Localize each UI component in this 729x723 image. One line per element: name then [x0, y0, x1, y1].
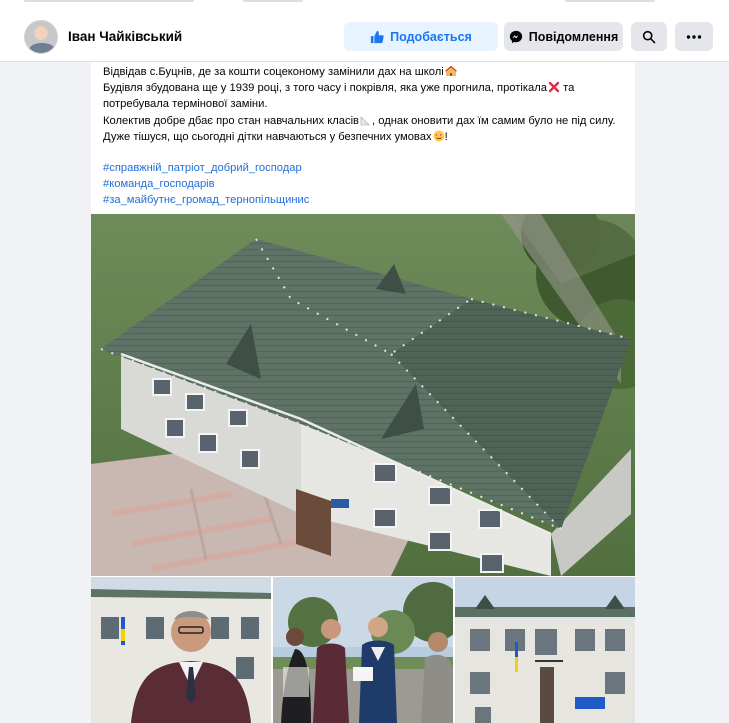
school-roof-photo — [91, 214, 635, 576]
post-line: Дуже тішуся, що сьогодні дітки навчаютьс… — [103, 130, 432, 143]
post-photo-2[interactable] — [273, 577, 453, 723]
search-icon — [642, 30, 656, 44]
post-line: Колектив добре дбає про стан навчальних … — [103, 114, 359, 127]
post-photo-1[interactable] — [91, 577, 271, 723]
page-name[interactable]: Іван Чайківський — [68, 29, 182, 44]
search-button[interactable] — [631, 22, 667, 51]
ruler-emoji — [360, 115, 370, 125]
scrolled-content-edge — [0, 0, 729, 4]
official-portrait-photo — [91, 577, 271, 723]
like-button[interactable]: Подобається — [344, 22, 498, 51]
thumbs-up-icon — [370, 30, 384, 44]
cross-mark-emoji — [548, 82, 560, 93]
hashtag-link[interactable]: #за_майбутнє_громад_тернопільщинис — [103, 192, 309, 208]
post-card: Відвідав с.Буцнів, де за кошти соцеконом… — [91, 62, 635, 723]
post-photo-3[interactable] — [455, 577, 635, 723]
hashtag-list: #справжній_патріот_добрий_господар #кома… — [103, 160, 309, 209]
school-facade-photo — [455, 577, 635, 723]
post-line: ! — [444, 130, 448, 143]
post-line: Будівля збудована ще у 1939 році, з того… — [103, 82, 548, 95]
post-photo-main[interactable] — [91, 214, 635, 576]
like-button-label: Подобається — [390, 29, 472, 44]
post-text: Відвідав с.Буцнів, де за кошти соцеконом… — [103, 64, 623, 145]
heart-eyes-emoji — [433, 130, 445, 142]
page-header-bar: Іван Чайківський Подобається Повідомленн… — [0, 0, 729, 62]
school-emoji — [444, 65, 457, 76]
more-icon — [686, 34, 702, 40]
messenger-icon — [509, 30, 523, 44]
hashtag-link[interactable]: #справжній_патріот_добрий_господар — [103, 160, 309, 176]
message-button-label: Повідомлення — [528, 29, 619, 44]
message-button[interactable]: Повідомлення — [504, 22, 623, 51]
post-line: Відвідав с.Буцнів, де за кошти соцеконом… — [103, 66, 444, 78]
more-button[interactable] — [675, 22, 713, 51]
school-visit-photo — [273, 577, 453, 723]
hashtag-link[interactable]: #команда_господарів — [103, 176, 309, 192]
post-line: , однак оновити дах їм самим було не під… — [372, 114, 616, 127]
avatar[interactable] — [24, 20, 58, 54]
